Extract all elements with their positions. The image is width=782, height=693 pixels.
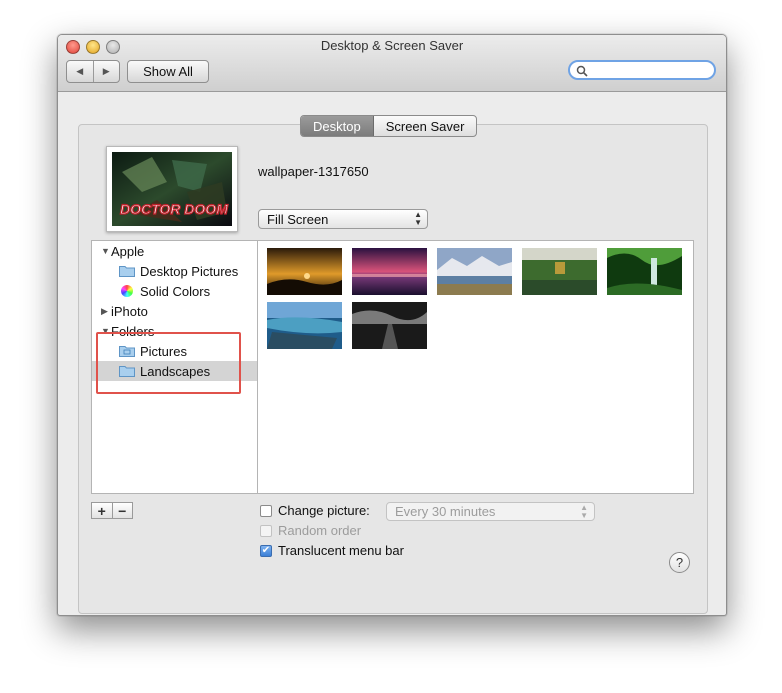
disclosure-closed-icon[interactable]: ▶ <box>101 306 111 317</box>
tab-desktop[interactable]: Desktop <box>301 116 374 136</box>
title-bar: Desktop & Screen Saver ◀ ▶ Show All <box>58 35 726 92</box>
random-order-label: Random order <box>278 523 362 538</box>
thumbnail-grid <box>257 240 694 494</box>
back-forward-control: ◀ ▶ <box>66 60 120 83</box>
wallpaper-name: wallpaper-1317650 <box>258 164 369 179</box>
change-picture-option[interactable]: Change picture: <box>260 503 370 518</box>
list-buttons: + − <box>91 502 133 519</box>
source-item-label: Desktop Pictures <box>140 263 239 279</box>
thumbnail-image[interactable] <box>267 302 342 349</box>
window-title: Desktop & Screen Saver <box>320 38 464 53</box>
remove-button[interactable]: − <box>113 503 133 519</box>
popup-arrows-icon: ▲ ▼ <box>414 210 422 227</box>
popup-arrows-icon: ▲ ▼ <box>580 503 588 520</box>
folder-icon <box>119 266 135 277</box>
source-item-label: Solid Colors <box>140 283 211 299</box>
color-wheel-icon <box>121 285 133 297</box>
preferences-window: Desktop & Screen Saver ◀ ▶ Show All Desk… <box>57 34 727 616</box>
translucent-menu-bar-label: Translucent menu bar <box>278 543 404 558</box>
source-group-iphoto[interactable]: ▶ iPhoto <box>92 301 258 321</box>
interval-popup: Every 30 minutes ▲ ▼ <box>386 502 595 521</box>
thumbnail-image[interactable] <box>437 248 512 295</box>
source-item-desktop-pictures[interactable]: Desktop Pictures <box>92 261 258 281</box>
wallpaper-preview: DOCTOR DOOM <box>106 146 238 232</box>
fit-mode-value: Fill Screen <box>267 211 329 227</box>
checkmark-icon: ✔ <box>261 545 271 556</box>
annotation-highlight-box <box>96 332 241 394</box>
search-icon <box>576 65 588 77</box>
tab-bar: Desktop Screen Saver <box>300 115 478 137</box>
thumbnail-image[interactable] <box>352 302 427 349</box>
source-group-label: iPhoto <box>111 303 148 319</box>
disclosure-open-icon[interactable]: ▼ <box>101 246 111 256</box>
translucent-menu-bar-option[interactable]: ✔ Translucent menu bar <box>260 543 404 558</box>
thumbnail-image[interactable] <box>267 248 342 295</box>
source-group-label: Apple <box>111 243 145 259</box>
source-item-solid-colors[interactable]: Solid Colors <box>92 281 258 301</box>
fit-mode-popup[interactable]: Fill Screen ▲ ▼ <box>258 209 428 229</box>
thumbnail-image[interactable] <box>607 248 682 295</box>
back-icon[interactable]: ◀ <box>67 61 94 82</box>
change-picture-label: Change picture: <box>278 503 370 518</box>
show-all-button[interactable]: Show All <box>127 60 209 83</box>
change-picture-checkbox[interactable] <box>260 504 272 517</box>
add-button[interactable]: + <box>92 503 113 519</box>
help-button[interactable]: ? <box>669 552 690 573</box>
random-order-checkbox <box>260 524 272 537</box>
preview-caption: DOCTOR DOOM <box>120 201 228 217</box>
interval-value: Every 30 minutes <box>395 504 496 519</box>
thumbnail-image[interactable] <box>522 248 597 295</box>
random-order-option: Random order <box>260 523 361 538</box>
source-group-apple[interactable]: ▼ Apple <box>92 241 258 261</box>
wallpaper-preview-image: DOCTOR DOOM <box>112 152 232 226</box>
translucent-menu-bar-checkbox[interactable]: ✔ <box>260 544 272 557</box>
search-field[interactable] <box>568 60 716 80</box>
forward-icon[interactable]: ▶ <box>94 61 120 82</box>
tab-screen-saver[interactable]: Screen Saver <box>374 116 477 136</box>
thumbnail-image[interactable] <box>352 248 427 295</box>
